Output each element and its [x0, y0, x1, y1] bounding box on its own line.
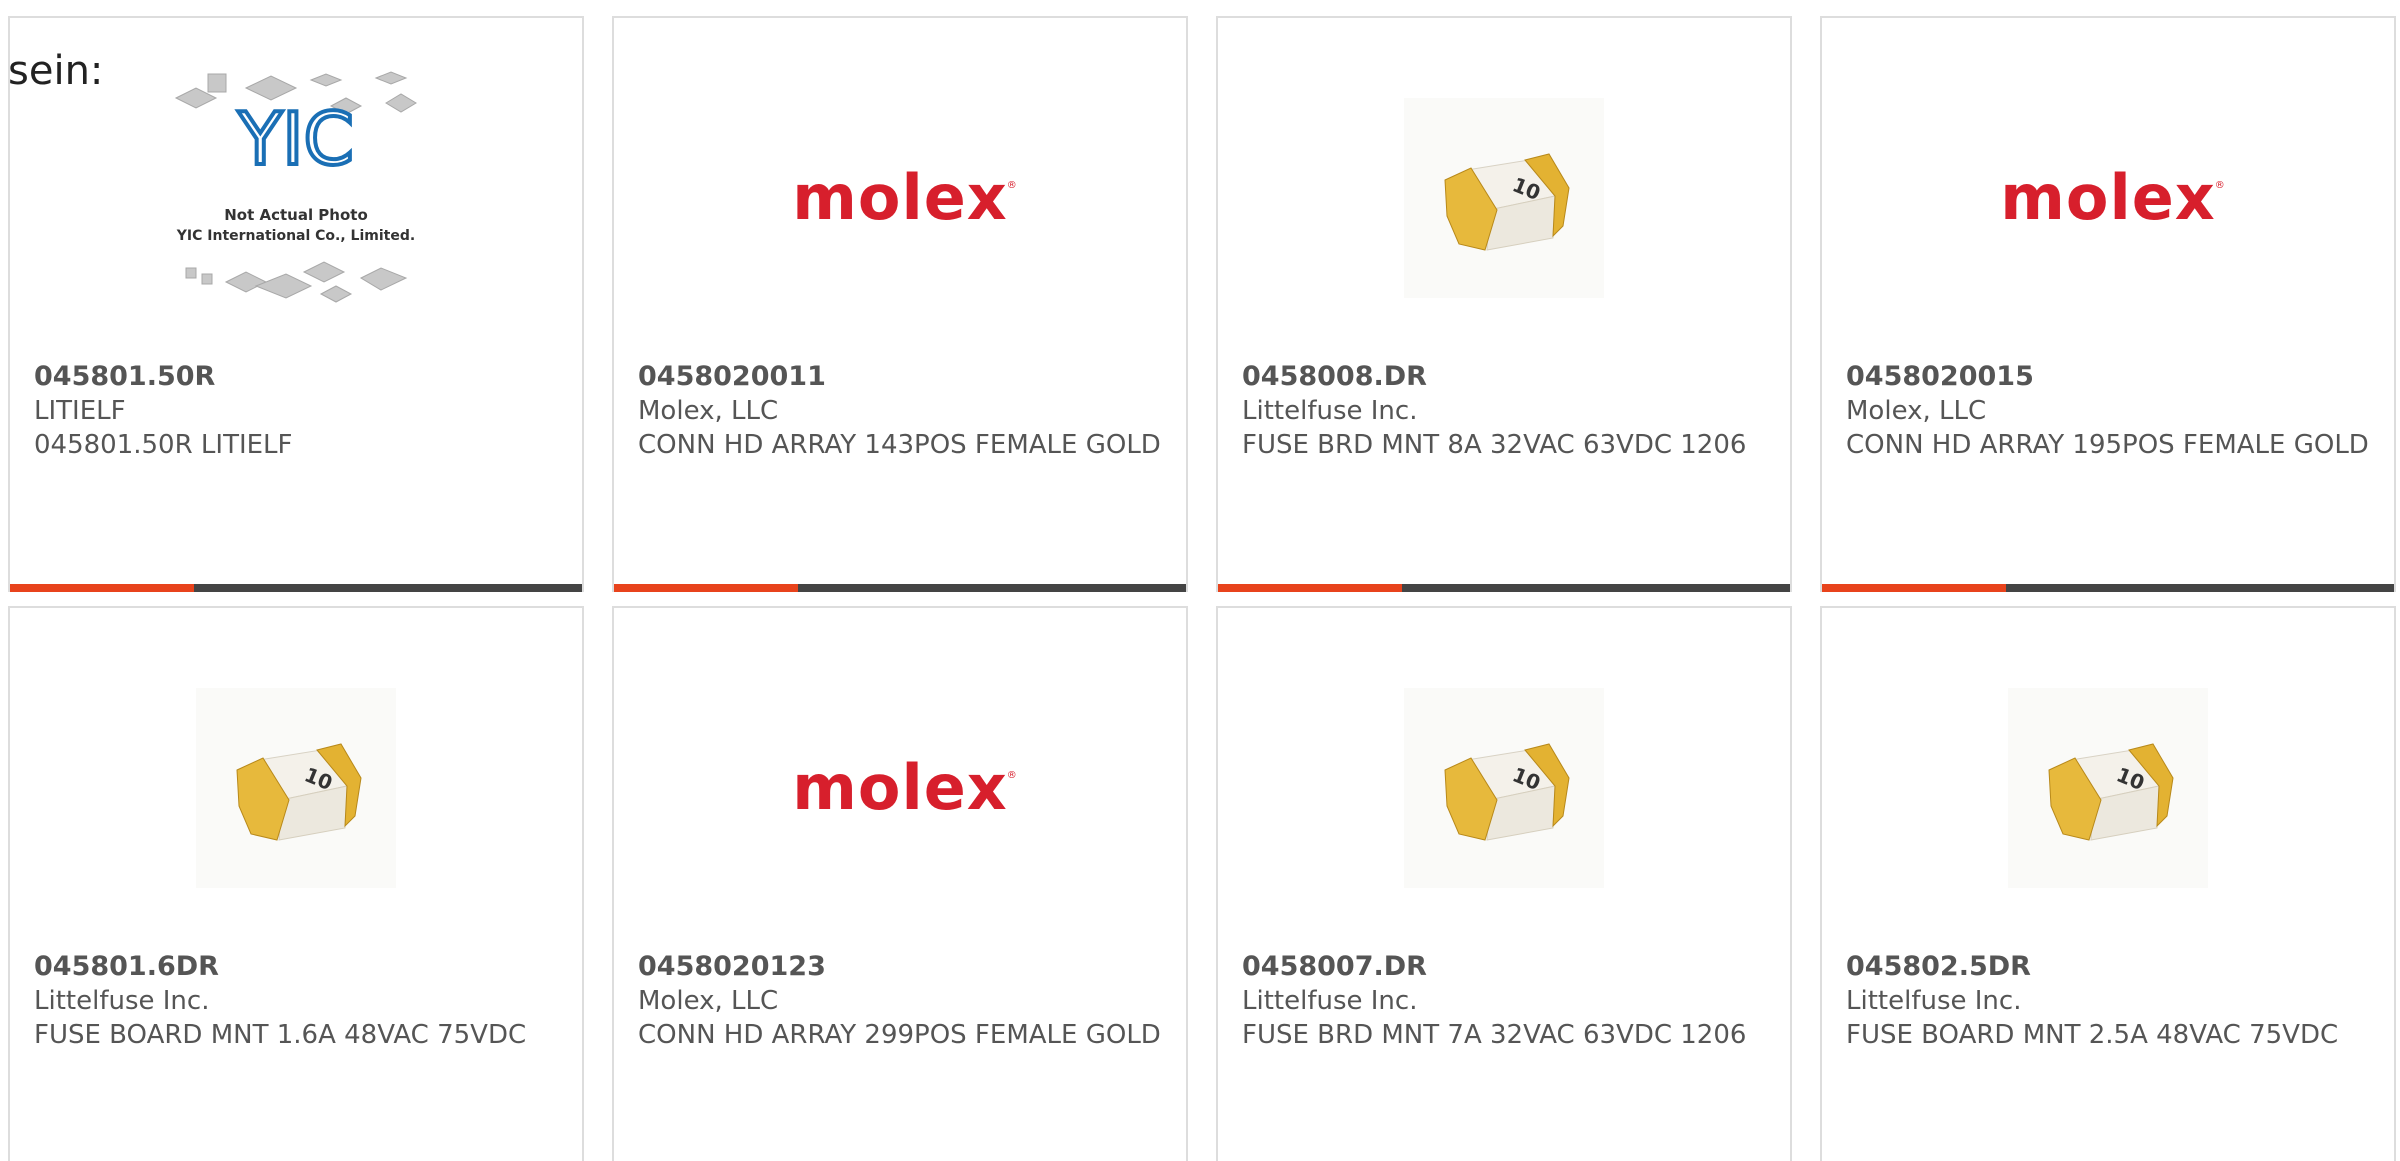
card-footer-bar: [1822, 584, 2394, 592]
description: CONN HD ARRAY 195POS FEMALE GOLD: [1846, 430, 2369, 460]
product-card[interactable]: molex ® 0458020011 Molex, LLC CONN HD ARR…: [612, 16, 1188, 592]
molex-logo: molex ®: [2000, 161, 2226, 234]
product-card[interactable]: molex ® 0458020015 Molex, LLC CONN HD ARR…: [1820, 16, 2396, 592]
description: CONN HD ARRAY 143POS FEMALE GOLD: [638, 430, 1161, 460]
product-image[interactable]: molex ®: [614, 628, 1186, 948]
product-card[interactable]: 10 045801.6DR Littelfuse Inc. FUSE BOARD…: [8, 606, 584, 1161]
fuse-chip-image: 10: [196, 688, 396, 888]
part-number-link[interactable]: 0458008.DR: [1242, 360, 1766, 394]
card-footer-bar: [1218, 584, 1790, 592]
product-card[interactable]: 10 0458007.DR Littelfuse Inc. FUSE BRD M…: [1216, 606, 1792, 1161]
description: FUSE BOARD MNT 1.6A 48VAC 75VDC: [34, 1020, 527, 1050]
part-number-link[interactable]: 045801.50R: [34, 360, 558, 394]
accent-bar: [1218, 584, 1402, 592]
yic-placeholder-image: YIC Not Actual Photo YIC International C…: [174, 71, 417, 303]
molex-logo: molex ®: [792, 161, 1018, 234]
product-image[interactable]: molex ®: [614, 38, 1186, 358]
description: CONN HD ARRAY 299POS FEMALE GOLD: [638, 1020, 1161, 1050]
description: FUSE BOARD MNT 2.5A 48VAC 75VDC: [1846, 1020, 2339, 1050]
svg-text:Not Actual Photo: Not Actual Photo: [224, 206, 368, 224]
part-number-link[interactable]: 0458020123: [638, 950, 1162, 984]
part-number-link[interactable]: 045801.6DR: [34, 950, 558, 984]
product-image[interactable]: 10: [1822, 628, 2394, 948]
manufacturer: Molex, LLC: [638, 986, 779, 1016]
manufacturer: Molex, LLC: [1846, 396, 1987, 426]
product-card[interactable]: 10 045802.5DR Littelfuse Inc. FUSE BOARD…: [1820, 606, 2396, 1161]
part-number-link[interactable]: 0458007.DR: [1242, 950, 1766, 984]
svg-text:YIC: YIC: [237, 97, 354, 181]
accent-bar: [10, 584, 194, 592]
manufacturer: Littelfuse Inc.: [1242, 396, 1418, 426]
intro-text: sein:: [8, 48, 104, 94]
fuse-chip-image: 10: [1404, 688, 1604, 888]
card-footer-bar: [614, 584, 1186, 592]
product-card[interactable]: molex ® 0458020123 Molex, LLC CONN HD ARR…: [612, 606, 1188, 1161]
product-image[interactable]: 10: [1218, 628, 1790, 948]
accent-bar: [614, 584, 798, 592]
part-number-link[interactable]: 0458020015: [1846, 360, 2370, 394]
product-image[interactable]: 10: [10, 628, 582, 948]
molex-logo: molex ®: [792, 751, 1018, 824]
card-footer-bar: [10, 584, 582, 592]
description: FUSE BRD MNT 8A 32VAC 63VDC 1206: [1242, 430, 1747, 460]
manufacturer: Littelfuse Inc.: [1846, 986, 2022, 1016]
part-number-link[interactable]: 045802.5DR: [1846, 950, 2370, 984]
svg-text:YIC International Co., Limited: YIC International Co., Limited.: [176, 228, 415, 244]
manufacturer: Molex, LLC: [638, 396, 779, 426]
description: FUSE BRD MNT 7A 32VAC 63VDC 1206: [1242, 1020, 1747, 1050]
manufacturer: LITIELF: [34, 396, 126, 426]
fuse-chip-image: 10: [2008, 688, 2208, 888]
manufacturer: Littelfuse Inc.: [1242, 986, 1418, 1016]
accent-bar: [1822, 584, 2006, 592]
product-image[interactable]: molex ®: [1822, 38, 2394, 358]
product-card[interactable]: 10 0458008.DR Littelfuse Inc. FUSE BRD M…: [1216, 16, 1792, 592]
product-image[interactable]: 10: [1218, 38, 1790, 358]
description: 045801.50R LITIELF: [34, 430, 293, 460]
manufacturer: Littelfuse Inc.: [34, 986, 210, 1016]
fuse-chip-image: 10: [1404, 98, 1604, 298]
part-number-link[interactable]: 0458020011: [638, 360, 1162, 394]
product-card[interactable]: YIC Not Actual Photo YIC International C…: [8, 16, 584, 592]
